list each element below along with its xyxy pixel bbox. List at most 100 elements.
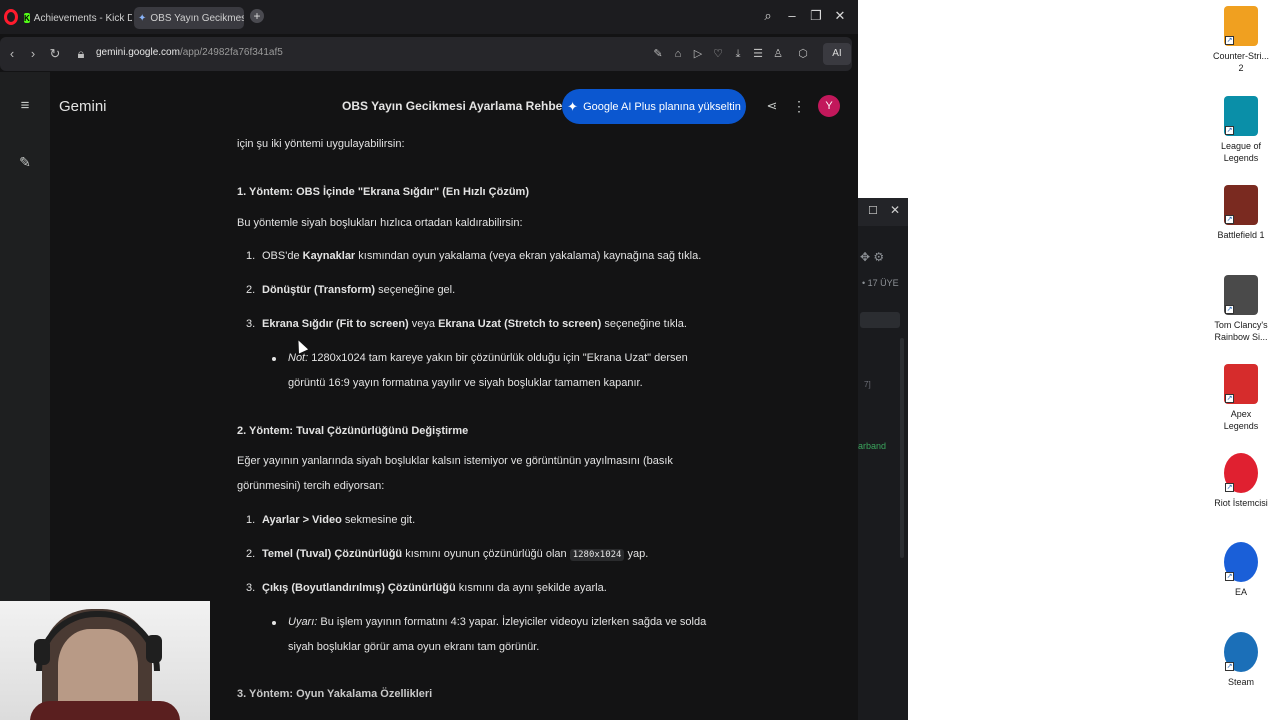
desktop-label: EA (1234, 587, 1247, 597)
rainbow-six-icon: ↗ (1224, 275, 1258, 315)
note-label: Not: (288, 352, 309, 364)
list-bold: Temel (Tuval) Çözünürlüğü (262, 548, 403, 560)
new-tab-button[interactable]: + (250, 9, 264, 23)
desktop-icon-riot-client[interactable]: ↗ Riot İstemcisi (1203, 453, 1279, 509)
method-3-heading: 3. Yöntem: Oyun Yakalama Özellikleri (237, 688, 433, 700)
minimize-button[interactable]: – (784, 8, 800, 24)
search-tabs-icon[interactable]: ⌕ (760, 8, 776, 24)
desktop-icon-ea[interactable]: ↗ EA (1203, 542, 1279, 598)
headset-icon (36, 611, 160, 671)
list-text: kısmını oyunun çözünürlüğü olan (402, 548, 570, 560)
list-bold: Ayarlar > Video (262, 514, 342, 526)
profile-icon[interactable]: ♙ (770, 46, 786, 62)
share-icon[interactable]: ⋖ (764, 98, 780, 114)
chat-title[interactable]: OBS Yayın Gecikmesi Ayarlama Rehberi (342, 99, 570, 113)
more-options-icon[interactable]: ⋮ (791, 98, 807, 114)
maximize-icon[interactable]: ☐ (868, 204, 878, 217)
channel-item[interactable] (860, 312, 900, 328)
heart-icon[interactable]: ♡ (710, 46, 726, 62)
kick-icon: K (24, 13, 30, 23)
headset-earcup-right (146, 635, 162, 663)
play-icon[interactable]: ▷ (690, 46, 706, 62)
edit-icon[interactable]: ✎ (650, 46, 666, 62)
desktop-icon-battlefield-1[interactable]: ↗ Battlefield 1 (1203, 185, 1279, 241)
code-inline: 1280x1024 (569, 549, 625, 561)
warning-line-1: Uyarı: Bu işlem yayının formatını 4:3 ya… (288, 616, 706, 628)
desktop-label: Tom Clancy's (1214, 320, 1268, 330)
ai-label: AI (832, 48, 842, 59)
warning-text: Bu işlem yayının formatını 4:3 yapar. İz… (317, 616, 707, 628)
restore-button[interactable]: ❐ (808, 8, 824, 24)
list-text: seçeneğine tıkla. (601, 318, 687, 330)
desktop-label: 2 (1238, 63, 1244, 73)
desktop-icon-apex-legends[interactable]: ↗ Apex Legends (1203, 364, 1279, 432)
reload-icon[interactable]: ↻ (47, 46, 63, 62)
side-panel-scrollbar[interactable] (900, 338, 904, 558)
close-window-button[interactable]: ✕ (832, 8, 848, 24)
app-name[interactable]: Gemini (59, 98, 107, 115)
bullet-dot (272, 621, 276, 625)
headset-earcup-left (34, 639, 50, 665)
desktop-icon-steam[interactable]: ↗ Steam (1203, 632, 1279, 688)
extensions-icon[interactable]: ⬡ (795, 46, 811, 62)
list-text: seçeneğine gel. (375, 284, 456, 296)
close-icon[interactable]: ✕ (890, 203, 900, 217)
tab-bar: K Achievements - Kick Dash ✦ OBS Yayın G… (0, 0, 858, 34)
forward-icon[interactable]: › (25, 46, 41, 62)
list-number: 1. (246, 514, 256, 526)
list-bold: Çıkış (Boyutlandırılmış) Çözünürlüğü (262, 582, 456, 594)
method-2-heading: 2. Yöntem: Tuval Çözünürlüğünü Değiştirm… (237, 425, 469, 437)
desktop-label: Battlefield 1 (1217, 230, 1265, 240)
upgrade-button[interactable]: ✦ Google AI Plus planına yükseltin (562, 89, 746, 124)
list-number: 3. (246, 582, 256, 594)
member-count: • 17 ÜYE (862, 278, 899, 288)
list-text: veya (408, 318, 439, 330)
download-icon[interactable]: ⤓ (730, 46, 746, 62)
desktop-label: Legends (1223, 421, 1259, 431)
desktop-label: Riot İstemcisi (1214, 498, 1268, 508)
address-bar: ‹ › ↻ 🔒︎ gemini.google.com/app/24982fa76… (0, 37, 852, 71)
channel-tools-icons[interactable]: ✥ ⚙ (860, 250, 884, 264)
opera-logo-icon[interactable] (4, 9, 18, 25)
url-path: /app/24982fa76f341af5 (179, 47, 283, 58)
list-text: yap. (624, 548, 649, 560)
intro-text: için şu iki yöntemi uygulayabilirsin: (237, 138, 405, 150)
tab-label: Achievements - Kick Dash (33, 12, 132, 24)
battlefield-icon: ↗ (1224, 185, 1258, 225)
list-bold: Dönüştür (Transform) (262, 284, 376, 296)
side-panel-titlebar: ☐ ✕ (858, 198, 908, 226)
side-panel-text: 7] (864, 380, 871, 389)
gemini-tab-icon: ✦ (138, 12, 147, 24)
list-text: sekmesine git. (341, 514, 416, 526)
new-chat-icon[interactable]: ✎ (16, 154, 34, 170)
desktop-label: League of (1220, 141, 1262, 151)
list-bold: Kaynaklar (302, 250, 356, 262)
webcam-overlay (0, 601, 210, 720)
desktop-label: Legends (1223, 153, 1259, 163)
note-text: 1280x1024 tam kareye yakın bir çözünürlü… (308, 352, 688, 364)
ai-button[interactable]: AI (823, 43, 851, 65)
avatar[interactable]: Y (818, 95, 840, 117)
note-line-2: görüntü 16:9 yayın formatına yayılır ve … (288, 377, 643, 389)
desktop-icon-league-of-legends[interactable]: ↗ League of Legends (1203, 96, 1279, 164)
hamburger-menu-icon[interactable]: ≡ (16, 98, 34, 114)
list-number: 1. (246, 250, 256, 262)
desktop-icon-rainbow-six[interactable]: ↗ Tom Clancy's Rainbow Si... (1203, 275, 1279, 343)
counter-strike-icon: ↗ (1224, 6, 1258, 46)
menu-list-icon[interactable]: ☰ (750, 46, 766, 62)
desktop-label: Counter-Stri... (1212, 51, 1270, 61)
browser-window: K Achievements - Kick Dash ✦ OBS Yayın G… (0, 0, 858, 720)
method-2-desc-line-1: Eğer yayının yanlarında siyah boşluklar … (237, 455, 673, 467)
list-text: kısmını da aynı şekilde ayarla. (455, 582, 607, 594)
snapshot-icon[interactable]: ⌂ (670, 46, 686, 62)
back-icon[interactable]: ‹ (4, 46, 20, 62)
tab-gemini[interactable]: ✦ OBS Yayın Gecikmesi Ayar (134, 7, 244, 29)
desktop-label: Apex (1230, 409, 1252, 419)
side-panel-green-text: arband (858, 441, 887, 451)
tab-kick-achievements[interactable]: K Achievements - Kick Dash (24, 7, 132, 29)
desktop-icon-counter-strike[interactable]: ↗ Counter-Stri... 2 (1203, 6, 1279, 74)
warning-line-2: siyah boşluklar görür ama oyun ekranı ta… (288, 641, 540, 653)
list-text: OBS'de (262, 250, 303, 262)
url-field[interactable]: gemini.google.com/app/24982fa76f341af5 (96, 47, 283, 58)
webcam-shirt (30, 701, 180, 720)
